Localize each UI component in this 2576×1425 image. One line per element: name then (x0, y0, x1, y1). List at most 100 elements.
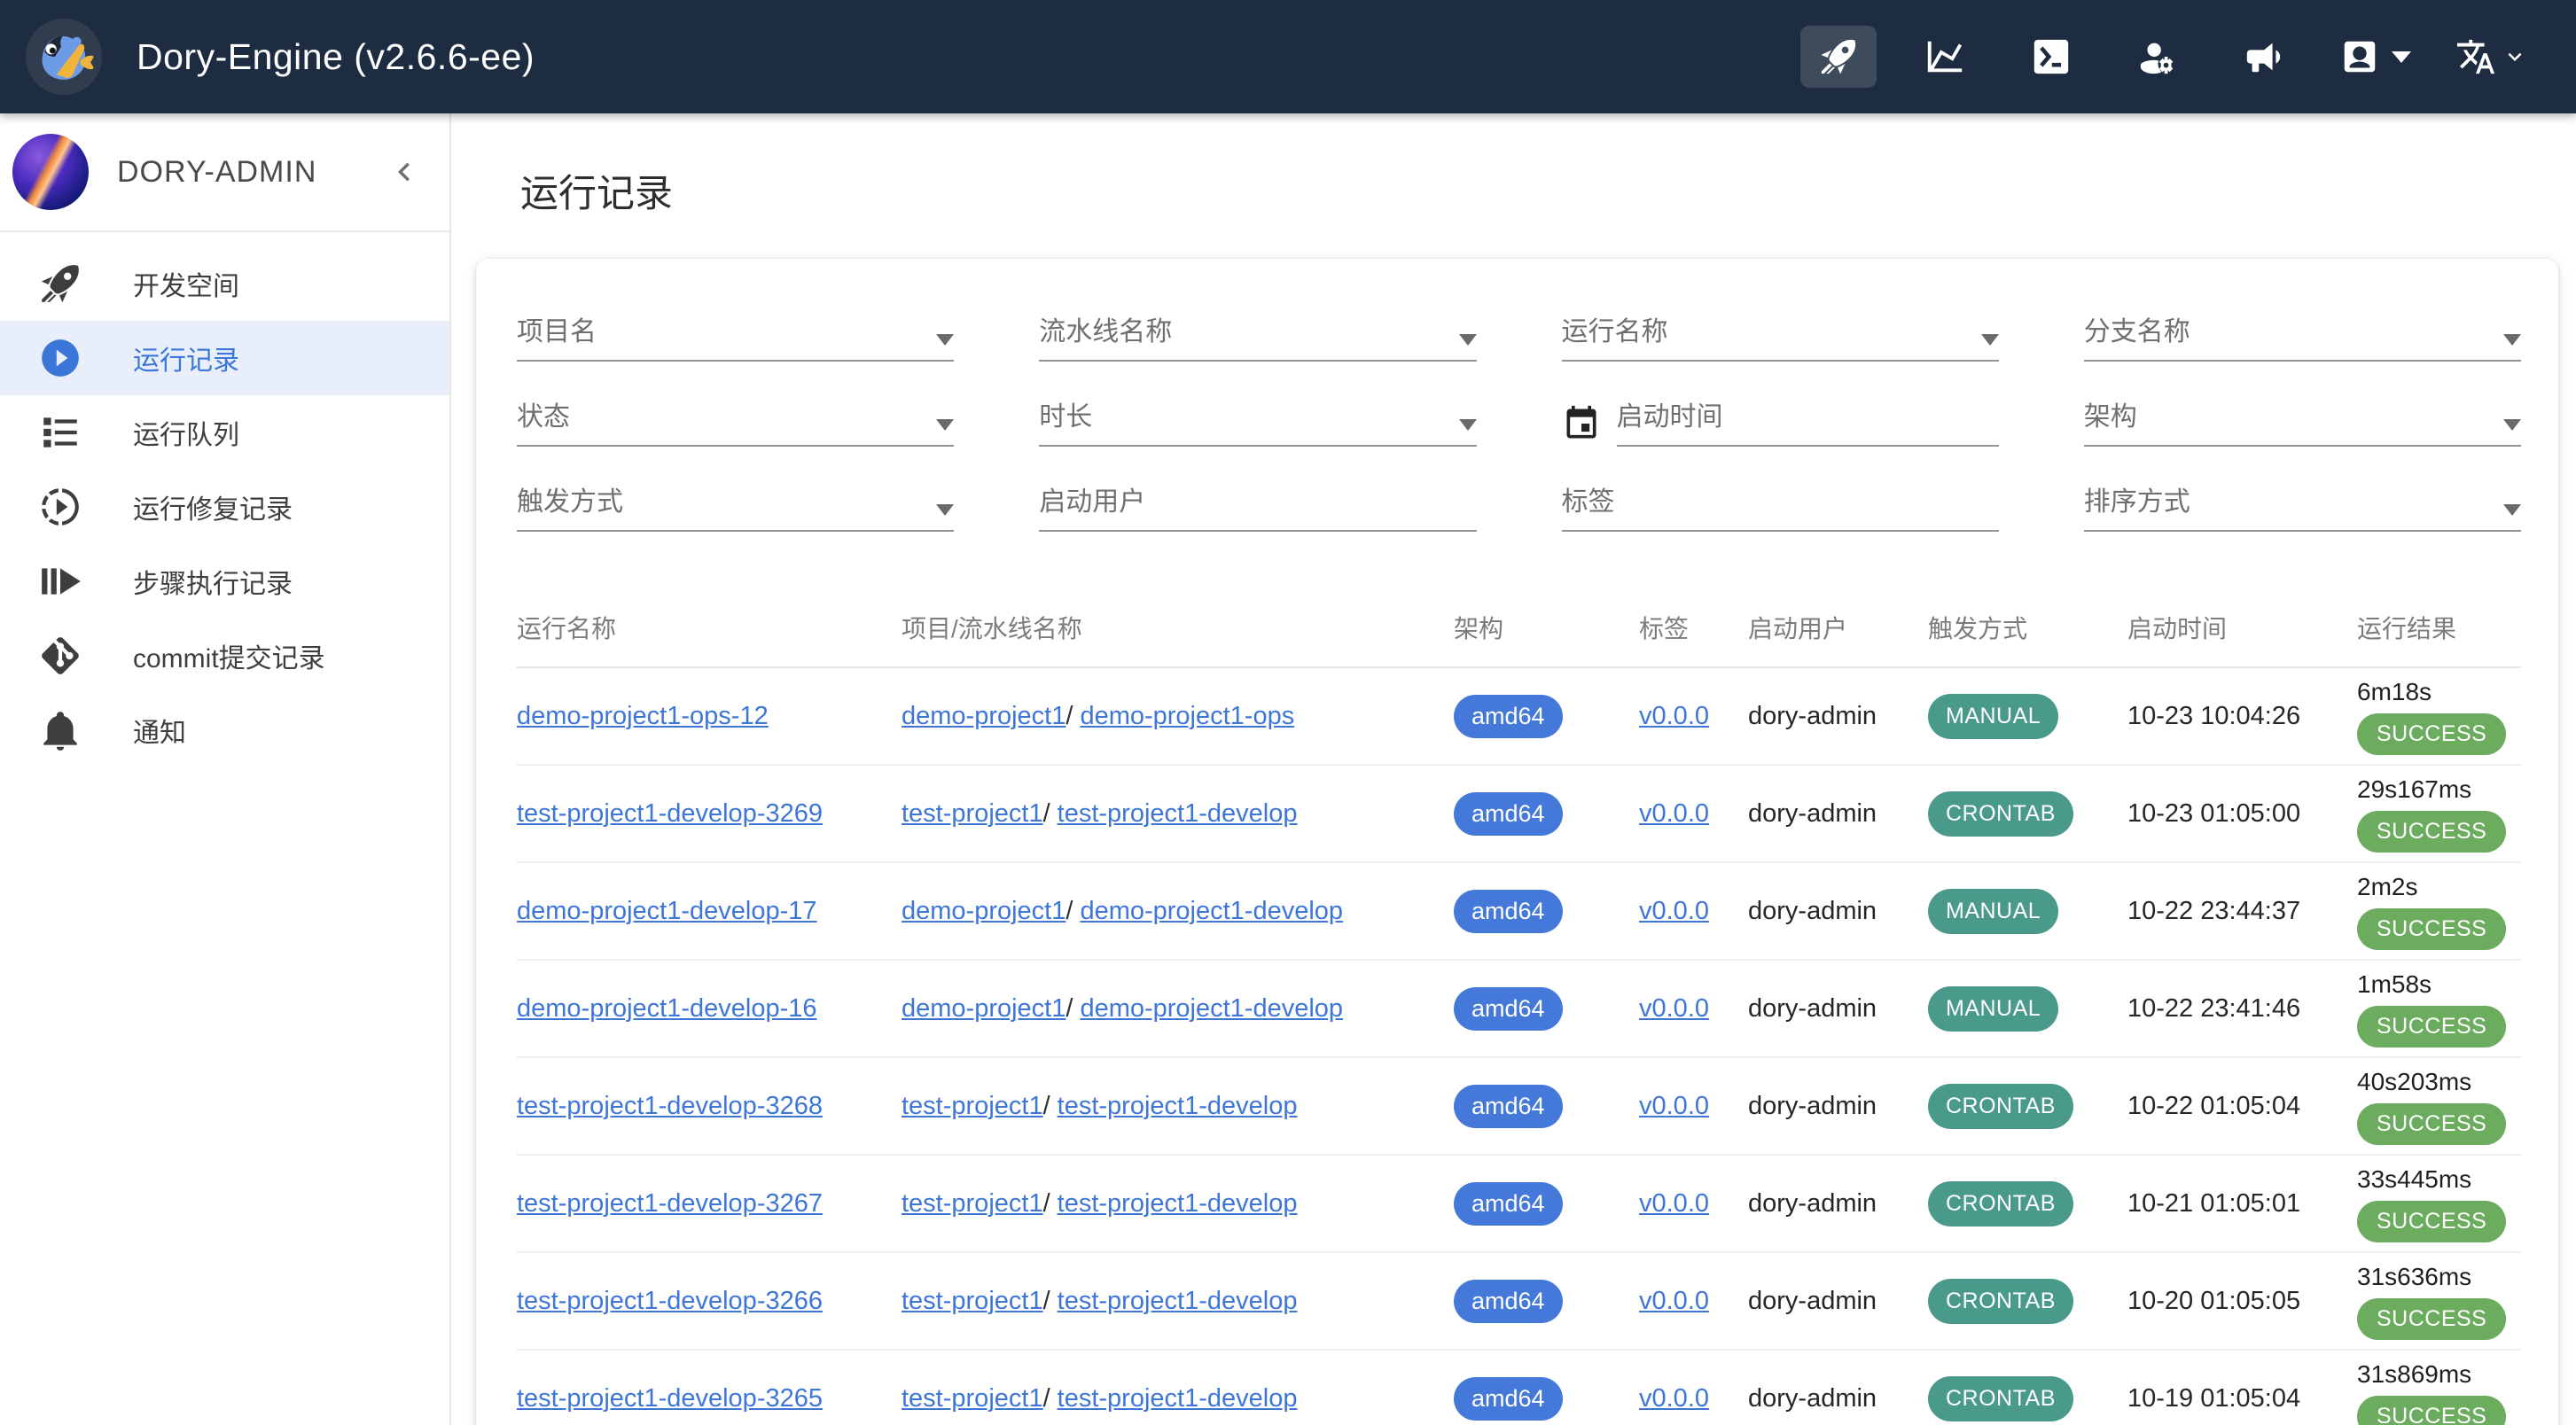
filter-arch-select[interactable]: 架构 (2084, 401, 2521, 447)
main-layout: DORY-ADMIN 开发空间运行记录运行队列运行修复记录步骤执行记录commi… (0, 113, 2576, 1425)
run-name-link[interactable]: test-project1-develop-3265 (517, 1384, 823, 1413)
translate-icon (2455, 36, 2496, 77)
sidebar-item-notifications[interactable]: 通知 (0, 693, 449, 767)
filter-status-select[interactable]: 状态 (517, 401, 954, 447)
run-name-link[interactable]: test-project1-develop-3269 (517, 799, 823, 828)
nav-translate-button[interactable] (2448, 26, 2535, 88)
trigger-badge: CRONTAB (1928, 791, 2073, 837)
filter-start-user-input[interactable]: 启动用户 (1039, 486, 1476, 532)
pipeline-link[interactable]: test-project1-develop (1058, 1287, 1298, 1315)
filter-pipeline-name-select[interactable]: 流水线名称 (1039, 315, 1476, 362)
sidebar-item-run-queue[interactable]: 运行队列 (0, 395, 449, 470)
filter-placeholder: 启动时间 (1617, 394, 1723, 433)
arch-badge: amd64 (1454, 1280, 1563, 1323)
run-records-table: 运行名称项目/流水线名称架构标签启动用户触发方式启动时间运行结果 demo-pr… (517, 610, 2521, 1425)
filter-placeholder: 分支名称 (2084, 309, 2190, 348)
start-user: dory-admin (1748, 702, 1877, 730)
nav-rocket-button[interactable] (1800, 26, 1877, 88)
filter-placeholder: 状态 (517, 394, 570, 433)
pipeline-link[interactable]: test-project1-develop (1058, 1384, 1298, 1413)
filter-placeholder: 项目名 (517, 309, 597, 348)
nav-bullhorn-button[interactable] (2226, 26, 2302, 88)
path-separator: / (1066, 702, 1073, 730)
project-link[interactable]: demo-project1 (902, 897, 1066, 925)
run-name-link[interactable]: demo-project1-develop-16 (517, 994, 817, 1023)
filter-placeholder: 运行名称 (1562, 309, 1668, 348)
tag-link[interactable]: v0.0.0 (1639, 702, 1709, 730)
run-name-link[interactable]: demo-project1-ops-12 (517, 702, 769, 730)
chart-line-icon (1924, 36, 1965, 77)
pipeline-link[interactable]: test-project1-develop (1058, 1092, 1298, 1120)
nav-chart-line-button[interactable] (1907, 26, 1983, 88)
filter-field-underline: 启动用户 (1039, 486, 1476, 532)
project-link[interactable]: demo-project1 (902, 702, 1066, 730)
arch-badge: amd64 (1454, 1377, 1563, 1421)
filter-start-time-input[interactable]: 启动时间 (1562, 401, 1999, 447)
dropdown-caret-icon (2503, 504, 2521, 516)
duration-text: 33s445ms (2357, 1165, 2471, 1194)
run-name-link[interactable]: demo-project1-develop-17 (517, 897, 817, 925)
pipeline-link[interactable]: demo-project1-develop (1080, 994, 1343, 1023)
filter-duration-select[interactable]: 时长 (1039, 401, 1476, 447)
project-link[interactable]: demo-project1 (902, 994, 1066, 1023)
filter-branch-name-select[interactable]: 分支名称 (2084, 315, 2521, 362)
run-name-link[interactable]: test-project1-develop-3267 (517, 1189, 823, 1218)
column-header: 架构 (1454, 610, 1639, 666)
path-separator: / (1043, 1189, 1050, 1218)
status-badge: SUCCESS (2357, 713, 2506, 755)
pipeline-link[interactable]: demo-project1-develop (1080, 897, 1343, 925)
tag-link[interactable]: v0.0.0 (1639, 994, 1709, 1023)
run-name-link[interactable]: test-project1-develop-3266 (517, 1287, 823, 1315)
pipeline-link[interactable]: demo-project1-ops (1080, 702, 1294, 730)
nav-console-button[interactable] (2013, 26, 2089, 88)
status-badge: SUCCESS (2357, 811, 2506, 853)
filter-field-underline: 时长 (1039, 401, 1476, 447)
arch-badge: amd64 (1454, 1085, 1563, 1128)
project-link[interactable]: test-project1 (902, 799, 1043, 828)
start-time: 10-22 23:41:46 (2127, 994, 2300, 1023)
trigger-badge: CRONTAB (1928, 1084, 2073, 1129)
filter-project-name-select[interactable]: 项目名 (517, 315, 954, 362)
filter-sort-by-select[interactable]: 排序方式 (2084, 486, 2521, 532)
pipeline-link[interactable]: test-project1-develop (1058, 799, 1298, 828)
sidebar-item-dev-space[interactable]: 开发空间 (0, 246, 449, 321)
sidebar-item-step-records[interactable]: 步骤执行记录 (0, 544, 449, 619)
nav-account-cog-button[interactable] (2119, 26, 2196, 88)
tag-link[interactable]: v0.0.0 (1639, 1092, 1709, 1120)
tag-link[interactable]: v0.0.0 (1639, 799, 1709, 828)
sidebar-collapse-button[interactable] (386, 153, 423, 191)
filter-run-name-select[interactable]: 运行名称 (1562, 315, 1999, 362)
content-area: 运行记录 项目名流水线名称运行名称分支名称状态时长启动时间架构触发方式启动用户标… (451, 113, 2576, 1425)
tag-link[interactable]: v0.0.0 (1639, 1384, 1709, 1413)
duration-text: 29s167ms (2357, 775, 2471, 804)
project-link[interactable]: test-project1 (902, 1189, 1043, 1218)
nav-account-box-button[interactable] (2332, 26, 2418, 88)
dropdown-caret-icon (2503, 419, 2521, 431)
duration-text: 6m18s (2357, 678, 2432, 706)
status-badge: SUCCESS (2357, 1103, 2506, 1145)
tag-link[interactable]: v0.0.0 (1639, 1189, 1709, 1218)
start-user: dory-admin (1748, 1189, 1877, 1218)
project-link[interactable]: test-project1 (902, 1384, 1043, 1413)
filter-field-underline: 触发方式 (517, 486, 954, 532)
path-separator: / (1066, 994, 1073, 1023)
account-box-icon (2339, 36, 2380, 77)
path-separator: / (1043, 1287, 1050, 1315)
sidebar-item-run-fix-records[interactable]: 运行修复记录 (0, 470, 449, 544)
chevron-down-icon (2496, 43, 2528, 70)
project-link[interactable]: test-project1 (902, 1287, 1043, 1315)
duration-text: 31s636ms (2357, 1263, 2471, 1291)
sidebar-item-run-records[interactable]: 运行记录 (0, 321, 449, 395)
tag-link[interactable]: v0.0.0 (1639, 1287, 1709, 1315)
pipeline-link[interactable]: test-project1-develop (1058, 1189, 1298, 1218)
project-link[interactable]: test-project1 (902, 1092, 1043, 1120)
tag-link[interactable]: v0.0.0 (1639, 897, 1709, 925)
sidebar-item-commit-records[interactable]: commit提交记录 (0, 619, 449, 693)
filter-placeholder: 标签 (1562, 479, 1615, 518)
status-badge: SUCCESS (2357, 908, 2506, 950)
run-name-link[interactable]: test-project1-develop-3268 (517, 1092, 823, 1120)
filter-trigger-method-select[interactable]: 触发方式 (517, 486, 954, 532)
app-title: Dory-Engine (v2.6.6-ee) (137, 36, 535, 78)
dropdown-caret-icon (936, 334, 954, 346)
filter-tag-input[interactable]: 标签 (1562, 486, 1999, 532)
